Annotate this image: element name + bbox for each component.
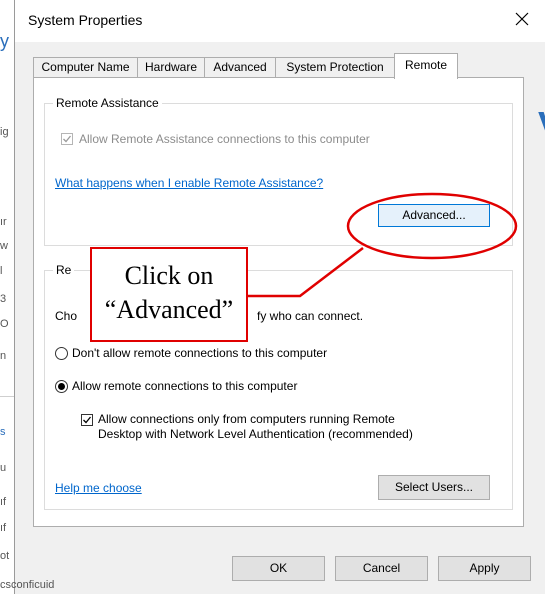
tab-hardware[interactable]: Hardware	[137, 57, 205, 78]
bg-fragment-right: V	[538, 104, 545, 144]
bg-fragment: s	[0, 426, 6, 438]
select-users-button[interactable]: Select Users...	[378, 475, 490, 500]
help-me-choose-link[interactable]: Help me choose	[55, 481, 142, 495]
tab-remote[interactable]: Remote	[394, 53, 458, 79]
bg-fragment: ig	[0, 126, 9, 138]
group-label: Remote Assistance	[53, 96, 162, 110]
allow-remote-radio[interactable]	[55, 380, 68, 393]
bg-fragment: n	[0, 350, 7, 362]
remote-desktop-intro-start: Cho	[55, 309, 78, 323]
remote-desktop-intro-end: fy who can connect.	[257, 309, 364, 323]
advanced-button[interactable]: Advanced...	[378, 204, 490, 227]
bg-fragment: O	[0, 318, 9, 330]
bg-fragment: csconficuid	[0, 579, 55, 591]
bg-fragment: ır	[0, 216, 7, 228]
nla-checkbox[interactable]	[81, 414, 93, 426]
bg-fragment: w	[0, 240, 8, 252]
dont-allow-radio[interactable]	[55, 347, 68, 360]
radio-selected-dot	[58, 383, 65, 390]
ok-button[interactable]: OK	[232, 556, 325, 581]
bg-fragment: ıf	[0, 496, 7, 508]
bg-fragment: ot	[0, 550, 10, 562]
bg-fragment: ıf	[0, 522, 7, 534]
close-icon[interactable]	[509, 6, 535, 32]
nla-label-line1: Allow connections only from computers ru…	[98, 412, 395, 426]
tab-advanced[interactable]: Advanced	[204, 57, 276, 78]
allow-remote-assistance-label: Allow Remote Assistance connections to t…	[79, 132, 370, 146]
bg-fragment: y	[0, 31, 9, 51]
nla-label-line2: Desktop with Network Level Authenticatio…	[98, 427, 413, 441]
apply-button[interactable]: Apply	[438, 556, 531, 581]
bg-fragment: l	[0, 265, 3, 277]
bg-fragment: u	[0, 462, 7, 474]
annotation-callout: Click on “Advanced”	[90, 247, 248, 342]
annotation-line1: Click on	[124, 261, 214, 290]
allow-remote-label: Allow remote connections to this compute…	[72, 379, 298, 393]
cancel-button[interactable]: Cancel	[335, 556, 428, 581]
annotation-line2: “Advanced”	[104, 295, 234, 324]
remote-assistance-group: Remote Assistance Allow Remote Assistanc…	[44, 96, 513, 246]
tab-computer-name[interactable]: Computer Name	[33, 57, 138, 78]
bg-fragment: 3	[0, 293, 7, 305]
remote-assistance-help-link[interactable]: What happens when I enable Remote Assist…	[55, 176, 323, 190]
allow-remote-assistance-checkbox[interactable]	[61, 133, 73, 145]
tab-system-protection[interactable]: System Protection	[275, 57, 395, 78]
group-label: Re	[53, 263, 75, 277]
window-title: System Properties	[28, 12, 143, 28]
dont-allow-label: Don't allow remote connections to this c…	[72, 346, 328, 360]
title-bar: System Properties	[15, 0, 545, 42]
